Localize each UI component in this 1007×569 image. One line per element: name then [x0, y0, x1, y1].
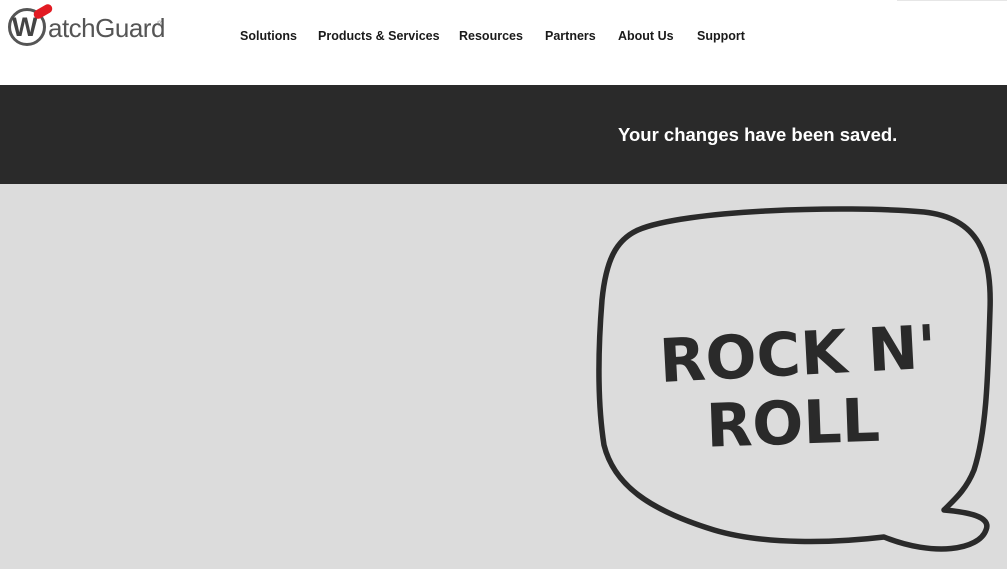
nav-solutions[interactable]: Solutions	[240, 29, 297, 43]
nav-about-us[interactable]: About Us	[618, 29, 674, 43]
header-top-line	[897, 0, 1007, 1]
site-header: W atchGuard ® Solutions Products & Servi…	[0, 0, 1007, 85]
nav-partners[interactable]: Partners	[545, 29, 596, 43]
save-confirmation-message: Your changes have been saved.	[618, 124, 898, 145]
speech-bubble-illustration: ROCK N' ROLL	[596, 206, 993, 552]
logo-text: atchGuard	[48, 13, 165, 43]
nav-products-services[interactable]: Products & Services	[318, 29, 440, 43]
bubble-text-line1: ROCK N'	[658, 313, 939, 397]
nav-support[interactable]: Support	[697, 29, 745, 43]
watchguard-logo[interactable]: W atchGuard ®	[8, 2, 168, 52]
save-confirmation-banner: Your changes have been saved.	[0, 85, 1007, 184]
registered-mark: ®	[157, 21, 163, 28]
bubble-text-line2: ROLL	[705, 386, 881, 462]
nav-resources[interactable]: Resources	[459, 29, 523, 43]
